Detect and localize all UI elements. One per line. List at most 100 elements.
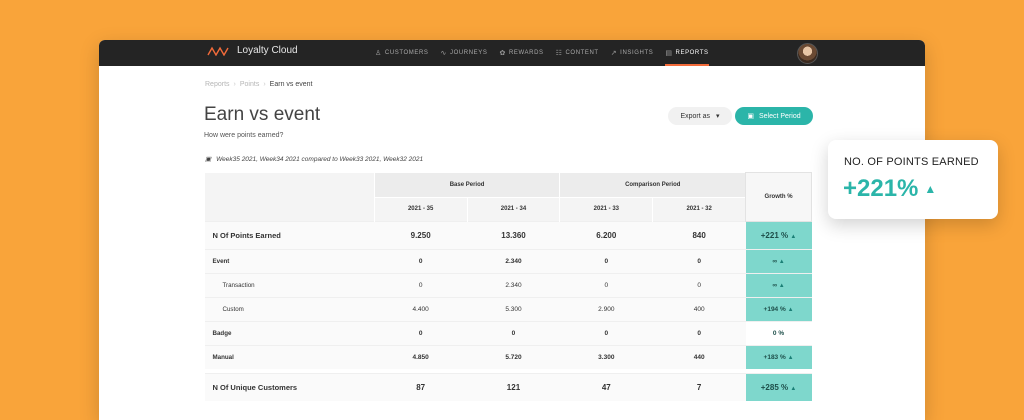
growth-cell: +285 % ▲ <box>745 372 812 401</box>
chevron-right-icon: › <box>263 81 266 88</box>
cell-value: 13.360 <box>467 220 560 249</box>
growth-value: +183 % <box>763 353 786 361</box>
arrow-up-icon: ▲ <box>924 182 937 196</box>
cell-value: 0 <box>374 248 468 273</box>
cell-value: 5.300 <box>467 296 560 321</box>
cell-value: 4.850 <box>374 344 468 369</box>
export-label: Export as <box>680 112 711 120</box>
arrow-up-icon: ▲ <box>790 385 797 392</box>
cell-value: 5.720 <box>467 344 560 369</box>
breadcrumb-reports[interactable]: Reports <box>205 81 230 88</box>
table-row[interactable]: Manual 4.850 5.720 3.300 440 +183 % ▲ <box>204 344 812 369</box>
breadcrumb-points[interactable]: Points <box>240 81 259 88</box>
growth-cell: +183 % ▲ <box>745 344 812 369</box>
brand-logo[interactable]: Loyalty Cloud <box>207 45 298 56</box>
arrow-up-icon: ▲ <box>778 258 785 265</box>
cell-value: 400 <box>652 296 746 321</box>
cell-value: 2.340 <box>467 272 560 297</box>
arrow-up-icon: ▲ <box>787 354 794 361</box>
cell-value: 2.340 <box>467 248 560 273</box>
growth-value: +221 % <box>760 230 789 240</box>
cell-value: 9.250 <box>374 220 468 249</box>
kpi-label: NO. OF POINTS EARNED <box>844 156 979 168</box>
table-row[interactable]: N Of Unique Customers 87 121 47 7 +285 %… <box>204 372 812 401</box>
cell-value: 121 <box>467 372 560 401</box>
select-period-button[interactable]: ▣ Select Period <box>735 107 813 125</box>
row-label: N Of Points Earned <box>204 220 375 249</box>
nav-label: CUSTOMERS <box>384 50 429 56</box>
cell-value: 6.200 <box>559 220 653 249</box>
growth-cell: 0 % <box>745 320 812 345</box>
cell-value: 2.900 <box>559 296 653 321</box>
page-title: Earn vs event <box>204 104 321 125</box>
nav-insights[interactable]: ↗ INSIGHTS <box>611 40 654 66</box>
table-row[interactable]: Custom 4.400 5.300 2.900 400 +194 % ▲ <box>204 296 812 321</box>
select-period-label: Select Period <box>758 112 801 120</box>
breadcrumb-current: Earn vs event <box>269 81 313 88</box>
growth-value: +194 % <box>763 305 786 313</box>
row-label: Badge <box>204 320 375 345</box>
app-window: Loyalty Cloud ♙ CUSTOMERS ∿ JOURNEYS ✿ R… <box>99 40 925 420</box>
table-header-blank <box>204 172 375 221</box>
table-header-periods: Base Period Comparison Period Growth % <box>204 172 812 222</box>
row-label: Event <box>204 248 375 273</box>
gift-icon: ✿ <box>499 50 506 57</box>
journey-icon: ∿ <box>440 50 447 57</box>
kpi-value: +221% <box>843 175 919 202</box>
cell-value: 0 <box>559 248 653 273</box>
row-label: N Of Unique Customers <box>204 372 375 401</box>
cell-value: 3.300 <box>559 344 653 369</box>
cell-value: 0 <box>652 320 746 345</box>
growth-cell: +194 % ▲ <box>745 296 812 321</box>
growth-header: Growth % <box>745 172 812 222</box>
nav-label: INSIGHTS <box>620 50 654 56</box>
breadcrumb: Reports › Points › Earn vs event <box>205 81 312 88</box>
export-as-button[interactable]: Export as ▾ <box>668 107 732 125</box>
loyalty-cloud-logo-icon <box>207 46 229 56</box>
nav-rewards[interactable]: ✿ REWARDS <box>499 40 543 66</box>
caret-down-icon: ▾ <box>716 113 720 120</box>
nav-label: REPORTS <box>675 50 709 56</box>
table-row[interactable]: N Of Points Earned 9.250 13.360 6.200 84… <box>204 220 812 249</box>
content-icon: ☷ <box>555 50 563 57</box>
cell-value: 0 <box>374 272 468 297</box>
table-row[interactable]: Transaction 0 2.340 0 0 ∞ ▲ <box>204 272 812 297</box>
table-row[interactable]: Badge 0 0 0 0 0 % <box>204 320 812 345</box>
user-icon: ♙ <box>375 50 382 57</box>
growth-value: ∞ <box>772 281 777 289</box>
row-label: Manual <box>204 344 375 369</box>
nav-label: CONTENT <box>565 50 599 56</box>
arrow-up-icon: ▲ <box>790 233 797 240</box>
reports-icon: ▤ <box>665 50 673 57</box>
cell-value: 840 <box>652 220 746 249</box>
cell-value: 4.400 <box>374 296 468 321</box>
cell-value: 7 <box>652 372 746 401</box>
avatar[interactable] <box>797 43 818 64</box>
growth-value: +285 % <box>760 382 789 392</box>
growth-value: ∞ <box>772 257 777 265</box>
column-header: 2021 - 33 <box>559 196 653 221</box>
arrow-up-icon: ▲ <box>778 282 785 289</box>
comparison-period-header: Comparison Period <box>559 172 746 197</box>
kpi-value-wrapper: +221% ▲ <box>843 175 936 203</box>
nav-customers[interactable]: ♙ CUSTOMERS <box>375 40 429 66</box>
nav-journeys[interactable]: ∿ JOURNEYS <box>441 40 488 66</box>
growth-cell: ∞ ▲ <box>745 248 812 273</box>
cell-value: 47 <box>559 372 653 401</box>
table-row[interactable]: Event 0 2.340 0 0 ∞ ▲ <box>204 248 812 273</box>
nav-reports[interactable]: ▤ REPORTS <box>665 40 709 66</box>
calendar-icon: ▣ <box>205 156 212 163</box>
column-header: 2021 - 34 <box>466 196 560 221</box>
cell-value: 0 <box>559 320 653 345</box>
cell-value: 87 <box>374 372 468 401</box>
row-label: Transaction <box>204 272 375 297</box>
brand-name: Loyalty Cloud <box>237 45 298 56</box>
growth-cell: ∞ ▲ <box>745 272 812 297</box>
page-subtitle: How were points earned? <box>204 132 284 139</box>
growth-cell: +221 % ▲ <box>745 220 812 249</box>
cell-value: 0 <box>559 272 653 297</box>
insights-icon: ↗ <box>610 50 618 57</box>
base-period-header: Base Period <box>373 172 560 197</box>
nav-content[interactable]: ☷ CONTENT <box>556 40 599 66</box>
growth-value: 0 % <box>772 329 785 337</box>
